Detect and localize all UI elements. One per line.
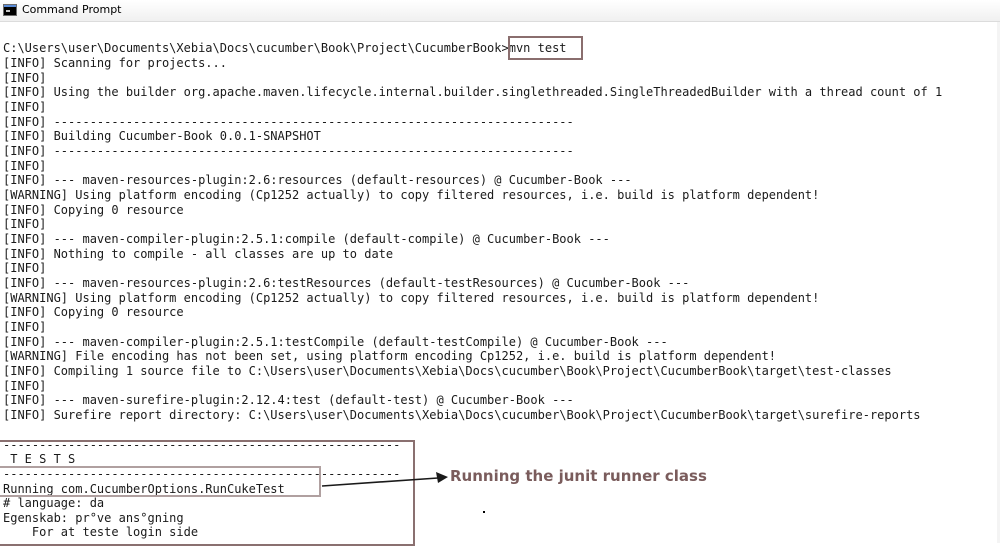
cmd-icon — [3, 4, 17, 16]
stray-dot — [483, 511, 485, 513]
console-line: [INFO] Building Cucumber-Book 0.0.1-SNAP… — [3, 129, 321, 143]
console-line: [INFO] ---------------------------------… — [3, 144, 574, 158]
console-line: [INFO] Nothing to compile - all classes … — [3, 247, 394, 261]
console-line: [INFO] Surefire report directory: C:\Use… — [3, 408, 921, 422]
console-line: [INFO] — [3, 71, 47, 85]
console-line: [INFO] --- maven-resources-plugin:2.6:te… — [3, 276, 690, 290]
console-line: [INFO] --- maven-resources-plugin:2.6:re… — [3, 173, 632, 187]
window-title: Command Prompt — [22, 3, 122, 16]
console-line: [INFO] --- maven-compiler-plugin:2.5.1:c… — [3, 232, 610, 246]
annotation-arrow-icon — [321, 472, 448, 487]
console-line: [INFO] Copying 0 resource — [3, 305, 184, 319]
console-line: [INFO] Using the builder org.apache.mave… — [3, 85, 943, 99]
console-line: [INFO] --- maven-surefire-plugin:2.12.4:… — [3, 393, 574, 407]
console-line: [INFO] — [3, 159, 47, 173]
console-line: Egenskab: pr°ve ans°gning — [3, 511, 184, 525]
console-line: [INFO] Scanning for projects... — [3, 56, 227, 70]
console-line: [WARNING] Using platform encoding (Cp125… — [3, 188, 820, 202]
console-line: [INFO] ---------------------------------… — [3, 115, 574, 129]
console-line: [INFO] --- maven-compiler-plugin:2.5.1:t… — [3, 335, 668, 349]
running-line: Running com.CucumberOptions.RunCukeTest — [3, 482, 285, 496]
title-bar[interactable]: Command Prompt — [0, 0, 1000, 22]
console-line: For at teste login side — [3, 525, 199, 539]
console-line: [INFO] — [3, 261, 47, 275]
tests-header: T E S T S — [3, 452, 76, 466]
console-line: [WARNING] File encoding has not been set… — [3, 349, 777, 363]
console-line: [WARNING] Using platform encoding (Cp125… — [3, 291, 820, 305]
console-line: [INFO] — [3, 217, 47, 231]
console-line: ----------------------------------------… — [3, 438, 401, 452]
console-line: # language: da — [3, 496, 105, 510]
console-output[interactable]: C:\Users\user\Documents\Xebia\Docs\cucum… — [0, 22, 1000, 543]
command-line: C:\Users\user\Documents\Xebia\Docs\cucum… — [3, 41, 567, 55]
console-line: [INFO] — [3, 379, 47, 393]
console-line: [INFO] — [3, 320, 47, 334]
console-line: [INFO] — [3, 100, 47, 114]
annotation-label: Running the junit runner class — [450, 467, 707, 485]
console-line: [INFO] Compiling 1 source file to C:\Use… — [3, 364, 892, 378]
console-line: [INFO] Copying 0 resource — [3, 203, 184, 217]
